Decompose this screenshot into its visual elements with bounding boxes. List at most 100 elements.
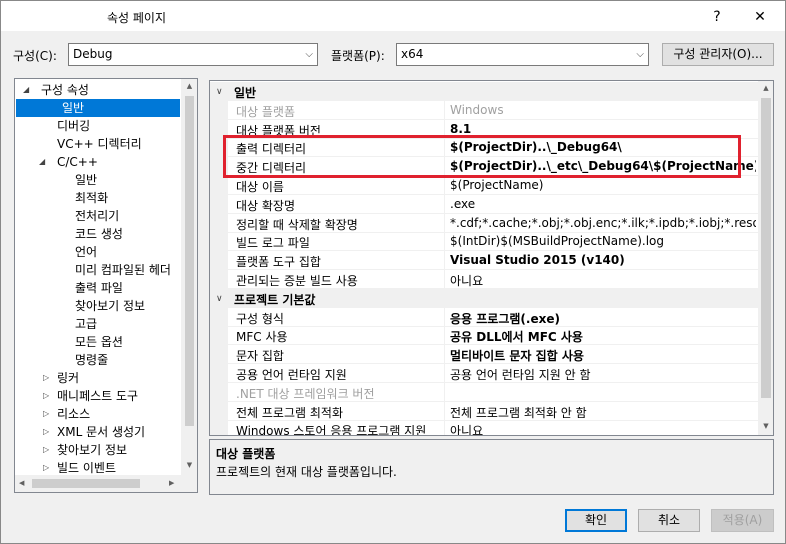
apply-button[interactable]: 적용(A) — [711, 509, 774, 532]
property-tree: ▲ ▼ ◀ ▶ ◢ 구성 속성 일반 디버깅 VC++ 디렉터리 ◢ C/C++ 일반 최적화 전… — [14, 78, 198, 493]
property-row[interactable]: 전체 프로그램 최적화 전체 프로그램 최적화 안 함 — [210, 401, 758, 421]
property-value[interactable]: *.cdf;*.cache;*.obj;*.obj.enc;*.ilk;*.ip… — [450, 216, 756, 230]
property-row[interactable]: 공용 언어 런타임 지원 공용 언어 런타임 지원 안 함 — [210, 364, 758, 383]
grid-vertical-scrollbar[interactable]: ▲ ▼ — [758, 81, 773, 435]
expanded-triangle-icon[interactable]: ◢ — [23, 85, 29, 94]
scroll-down-icon[interactable]: ▼ — [181, 461, 197, 469]
tree-item[interactable]: VC++ 디렉터리 — [57, 135, 142, 153]
tree-item[interactable]: XML 문서 생성기 — [57, 423, 145, 441]
category-row[interactable]: ∨ 일반 — [210, 82, 758, 101]
category-row[interactable]: ∨ 프로젝트 기본값 — [210, 288, 758, 308]
grid-scroll-thumb[interactable] — [761, 98, 771, 398]
help-button[interactable]: ? — [703, 6, 731, 28]
property-value[interactable]: 멀티바이트 문자 집합 사용 — [450, 347, 756, 364]
property-value[interactable]: $(IntDir)$(MSBuildProjectName).log — [450, 234, 756, 248]
property-row[interactable]: 대상 확장명 .exe — [210, 194, 758, 214]
highlight-box — [223, 135, 741, 178]
row-gutter — [210, 176, 228, 195]
tree-item[interactable]: 매니페스트 도구 — [57, 387, 138, 405]
tree-item[interactable]: 출력 파일 — [75, 279, 123, 297]
column-divider — [444, 100, 445, 120]
property-value[interactable]: 응용 프로그램(.exe) — [450, 310, 756, 327]
row-gutter — [210, 251, 228, 271]
column-divider — [444, 382, 445, 402]
property-name: Windows 스토어 응용 프로그램 지원 — [236, 424, 427, 436]
tree-item[interactable]: 일반 — [16, 99, 180, 117]
tree-item[interactable]: 전처리기 — [75, 207, 119, 225]
column-divider — [444, 213, 445, 233]
property-row[interactable]: 문자 집합 멀티바이트 문자 집합 사용 — [210, 345, 758, 365]
tree-item[interactable]: 빌드 이벤트 — [57, 459, 116, 477]
collapse-chevron-icon[interactable]: ∨ — [216, 87, 223, 97]
column-divider — [444, 420, 445, 435]
chevron-down-icon: ⌵ — [305, 49, 313, 60]
description-text: 프로젝트의 현재 대상 플랫폼입니다. — [216, 465, 397, 479]
scroll-up-icon[interactable]: ▲ — [181, 82, 197, 90]
property-value[interactable]: 전체 프로그램 최적화 안 함 — [450, 404, 756, 421]
chevron-down-icon: ⌵ — [636, 49, 644, 60]
tree-item[interactable]: 구성 속성 — [41, 81, 89, 99]
tree-item[interactable]: 언어 — [75, 243, 97, 261]
property-row[interactable]: 관리되는 증분 빌드 사용 아니요 — [210, 270, 758, 289]
platform-combo[interactable]: x64 ⌵ — [396, 43, 649, 66]
tree-item[interactable]: 명령줄 — [75, 351, 108, 369]
config-combo-value: Debug — [73, 47, 113, 61]
config-manager-button[interactable]: 구성 관리자(O)... — [662, 43, 774, 66]
property-row[interactable]: 정리할 때 삭제할 확장명 *.cdf;*.cache;*.obj;*.obj.e… — [210, 213, 758, 233]
tree-hscroll-thumb[interactable] — [32, 479, 140, 488]
tree-item[interactable]: 최적화 — [75, 189, 108, 207]
property-value[interactable]: 아니요 — [450, 272, 756, 289]
cancel-button[interactable]: 취소 — [638, 509, 700, 532]
property-value[interactable]: .exe — [450, 197, 756, 211]
scroll-down-icon[interactable]: ▼ — [758, 422, 773, 430]
property-value[interactable]: 공용 언어 런타임 지원 안 함 — [450, 366, 756, 383]
row-gutter — [210, 213, 228, 233]
tree-item[interactable]: 일반 — [75, 171, 97, 189]
collapsed-triangle-icon[interactable]: ▷ — [43, 373, 49, 382]
tree-item[interactable]: 찾아보기 정보 — [57, 441, 127, 459]
tree-item[interactable]: 리소스 — [57, 405, 90, 423]
property-value[interactable]: Windows — [450, 103, 756, 117]
tree-item[interactable]: 코드 생성 — [75, 225, 123, 243]
property-value[interactable]: $(ProjectName) — [450, 178, 756, 192]
property-row[interactable]: 빌드 로그 파일 $(IntDir)$(MSBuildProjectName).l… — [210, 232, 758, 252]
collapse-chevron-icon[interactable]: ∨ — [216, 294, 223, 304]
property-value[interactable]: Visual Studio 2015 (v140) — [450, 253, 756, 267]
scroll-up-icon[interactable]: ▲ — [758, 84, 773, 92]
collapsed-triangle-icon[interactable]: ▷ — [43, 463, 49, 472]
property-value[interactable]: 아니요 — [450, 422, 756, 435]
property-row[interactable]: .NET 대상 프레임워크 버전 — [210, 382, 758, 402]
tree-item[interactable]: 고급 — [75, 315, 97, 333]
scroll-left-icon[interactable]: ◀ — [19, 475, 24, 492]
property-value[interactable]: 공유 DLL에서 MFC 사용 — [450, 328, 756, 345]
scroll-right-icon[interactable]: ▶ — [169, 475, 174, 492]
tree-item[interactable]: 디버깅 — [57, 117, 90, 135]
property-row[interactable]: MFC 사용 공유 DLL에서 MFC 사용 — [210, 326, 758, 346]
property-row[interactable]: Windows 스토어 응용 프로그램 지원 아니요 — [210, 420, 758, 436]
tree-item[interactable]: 모든 옵션 — [75, 333, 123, 351]
property-value[interactable]: 8.1 — [450, 122, 756, 136]
close-button[interactable]: ✕ — [745, 6, 775, 28]
collapsed-triangle-icon[interactable]: ▷ — [43, 427, 49, 436]
ok-button[interactable]: 확인 — [565, 509, 627, 532]
collapsed-triangle-icon[interactable]: ▷ — [43, 409, 49, 418]
tree-item[interactable]: 링커 — [57, 369, 79, 387]
row-gutter — [210, 364, 228, 383]
collapsed-triangle-icon[interactable]: ▷ — [43, 445, 49, 454]
row-gutter — [210, 401, 228, 421]
property-row[interactable]: 플랫폼 도구 집합 Visual Studio 2015 (v140) — [210, 251, 758, 271]
column-divider — [444, 401, 445, 421]
tree-item[interactable]: 찾아보기 정보 — [75, 297, 145, 315]
tree-horizontal-scrollbar[interactable]: ◀ ▶ — [15, 475, 181, 492]
tree-item[interactable]: C/C++ — [57, 153, 98, 171]
property-name: 대상 플랫폼 — [236, 104, 296, 119]
property-row[interactable]: 구성 형식 응용 프로그램(.exe) — [210, 307, 758, 327]
config-combo[interactable]: Debug ⌵ — [68, 43, 318, 66]
tree-vertical-scrollbar[interactable]: ▲ ▼ — [181, 79, 197, 475]
expanded-triangle-icon[interactable]: ◢ — [39, 157, 45, 166]
property-row[interactable]: 대상 이름 $(ProjectName) — [210, 176, 758, 195]
collapsed-triangle-icon[interactable]: ▷ — [43, 391, 49, 400]
tree-item[interactable]: 미리 컴파일된 헤더 — [75, 261, 171, 279]
property-row[interactable]: 대상 플랫폼 Windows — [210, 100, 758, 120]
tree-scroll-thumb[interactable] — [185, 96, 194, 426]
